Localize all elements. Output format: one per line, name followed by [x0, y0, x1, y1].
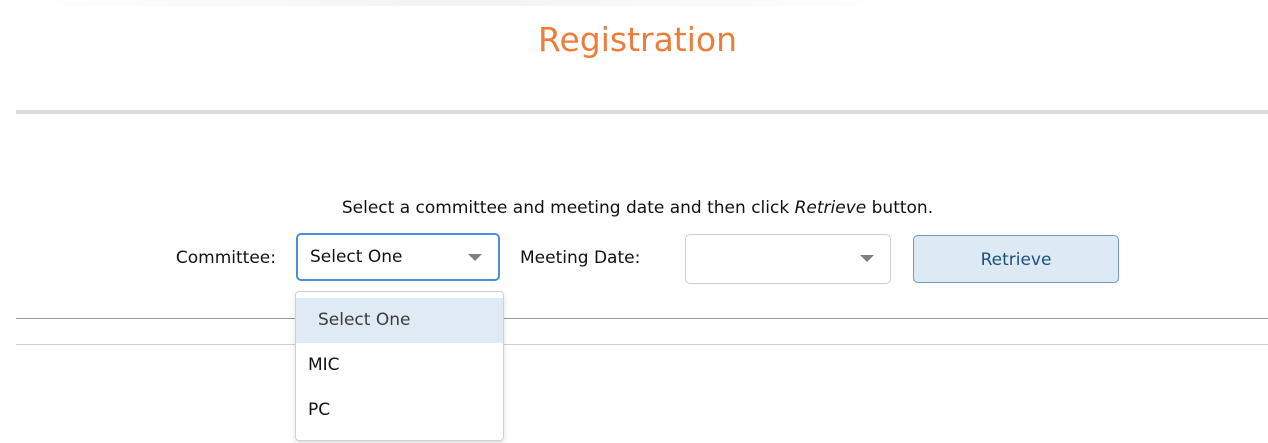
top-divider: [0, 0, 920, 6]
caret-down-icon: [860, 255, 874, 262]
committee-select-value: Select One: [310, 247, 403, 267]
form-divider: [16, 318, 1268, 319]
caret-down-icon: [468, 254, 482, 261]
dropdown-option-select-one[interactable]: Select One: [296, 298, 503, 343]
committee-label: Committee:: [175, 248, 276, 268]
dropdown-option-mic[interactable]: MIC: [296, 343, 503, 388]
instructions-tail: button.: [866, 198, 934, 218]
committee-select[interactable]: Select One: [296, 233, 500, 281]
footer-divider: [16, 344, 1268, 345]
meeting-date-label: Meeting Date:: [520, 248, 641, 268]
page-title: Registration: [538, 20, 737, 59]
instructions-lead: Select a committee and meeting date and …: [341, 198, 795, 218]
registration-page: Registration Select a committee and meet…: [0, 0, 1268, 443]
instructions-emphasis: Retrieve: [794, 198, 867, 218]
retrieve-button[interactable]: Retrieve: [913, 235, 1119, 283]
title-divider: [16, 110, 1268, 114]
meeting-date-select[interactable]: [685, 234, 891, 284]
committee-dropdown-list: Select One MIC PC: [295, 291, 504, 441]
instructions-text: Select a committee and meeting date and …: [0, 196, 1268, 220]
dropdown-option-pc[interactable]: PC: [296, 388, 503, 433]
